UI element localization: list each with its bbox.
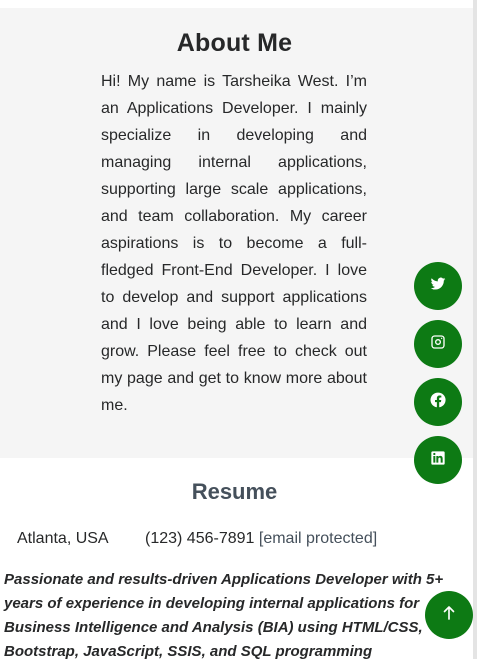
contact-info: (123) 456-7891 [email protected]	[145, 530, 377, 548]
arrow-up-icon	[440, 604, 458, 627]
about-title: About Me	[176, 29, 293, 57]
linkedin-button[interactable]	[414, 436, 462, 484]
facebook-button[interactable]	[414, 378, 462, 426]
instagram-button[interactable]	[414, 320, 462, 368]
location-text: Atlanta, USA	[17, 530, 109, 547]
phone-text: (123) 456-7891	[145, 530, 255, 547]
scrollbar-track[interactable]	[473, 0, 477, 659]
twitter-button[interactable]	[414, 262, 462, 310]
about-section: About Me Hi! My name is Tarsheika West. …	[0, 8, 473, 458]
instagram-icon	[430, 334, 446, 355]
linkedin-icon	[430, 450, 446, 471]
top-edge	[0, 0, 477, 8]
facebook-icon	[430, 392, 446, 413]
twitter-icon	[430, 276, 446, 297]
resume-title: Resume	[191, 479, 278, 504]
resume-summary: Passionate and results-driven Applicatio…	[4, 571, 444, 659]
page: About Me Hi! My name is Tarsheika West. …	[0, 0, 477, 659]
about-text: Hi! My name is Tarsheika West. I’m an Ap…	[101, 73, 367, 414]
back-to-top-button[interactable]	[425, 591, 473, 639]
email-link[interactable]: [email protected]	[259, 530, 377, 547]
